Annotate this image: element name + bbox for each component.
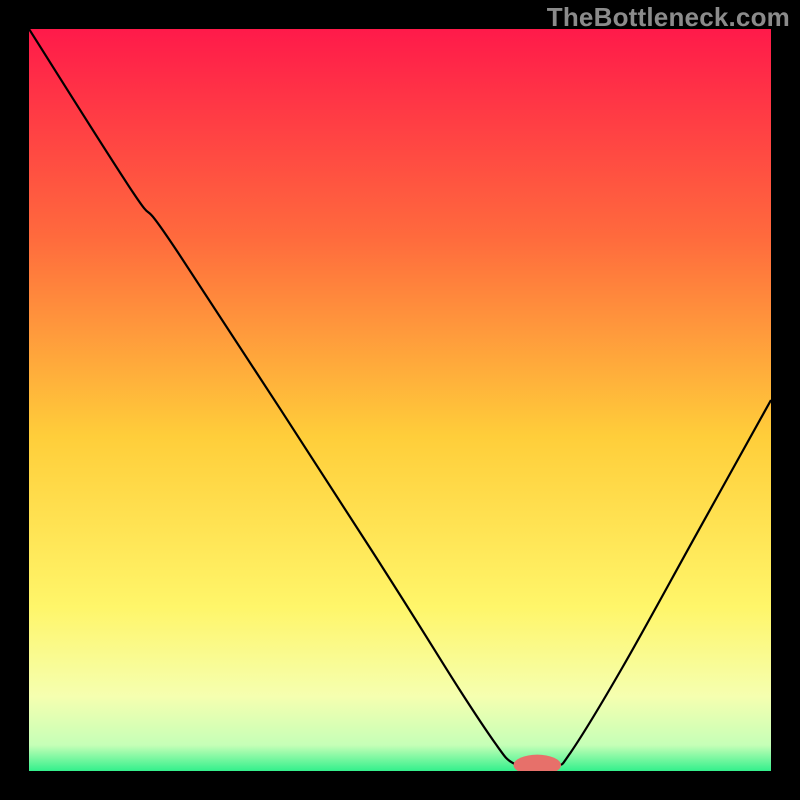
chart-frame: TheBottleneck.com bbox=[0, 0, 800, 800]
bottleneck-chart bbox=[29, 29, 771, 771]
plot-area bbox=[29, 29, 771, 771]
gradient-background bbox=[29, 29, 771, 771]
